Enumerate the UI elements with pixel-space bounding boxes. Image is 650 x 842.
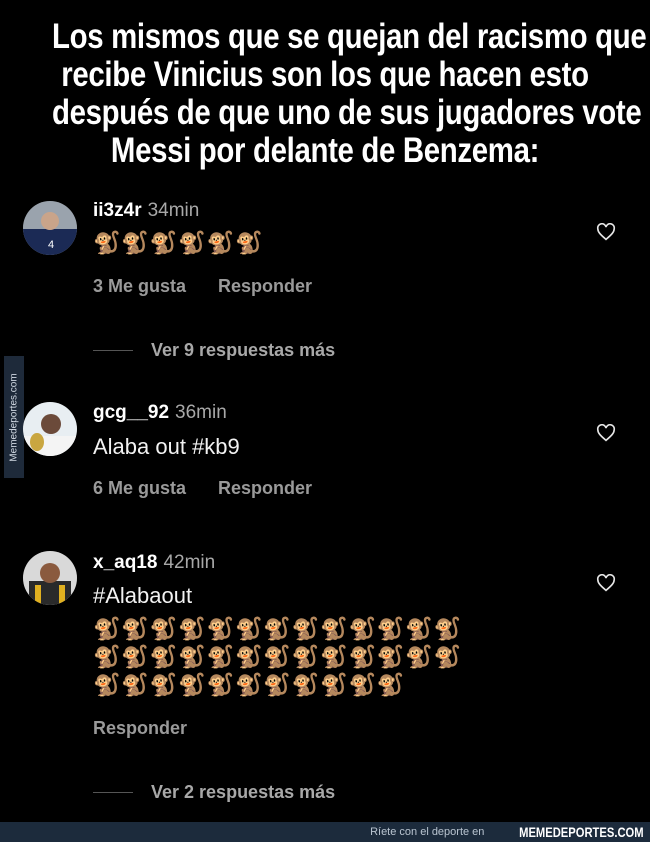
footer-watermark: Ríete con el deporte en MEMEDEPORTES.COM	[0, 822, 650, 842]
avatar[interactable]: 4	[23, 201, 77, 255]
avatar[interactable]	[23, 551, 77, 605]
headline-line-2: recibe Vinicius son los que hacen esto	[61, 55, 589, 94]
comment-time: 42min	[163, 552, 216, 573]
headline-line-3: después de que uno de sus jugadores vote…	[52, 93, 650, 132]
heart-icon[interactable]	[596, 223, 616, 241]
comment-body: Alaba out #kb9	[93, 434, 240, 459]
likes-count[interactable]: 3 Me gusta	[93, 276, 186, 296]
comment-body: 🐒🐒🐒🐒🐒🐒	[93, 230, 264, 255]
view-more-replies-label: Ver 9 respuestas más	[151, 340, 336, 360]
side-watermark-text: Memedeportes.com	[8, 372, 20, 462]
comment-time: 34min	[147, 200, 200, 221]
emoji-row-2: 🐒🐒🐒🐒🐒🐒🐒🐒🐒🐒🐒🐒🐒	[93, 644, 463, 669]
reply-button[interactable]: Responder	[218, 478, 312, 498]
likes-count[interactable]: 6 Me gusta	[93, 478, 186, 498]
headline-line-4: Messi por delante de Benzema:	[110, 131, 540, 170]
view-more-replies-label: Ver 2 respuestas más	[151, 782, 336, 802]
comment-time: 36min	[175, 402, 227, 423]
heart-icon[interactable]	[596, 424, 616, 442]
footer-brand[interactable]: MEMEDEPORTES.COM	[520, 824, 644, 840]
comment-username[interactable]: ii3z4r 34min	[93, 200, 199, 222]
headline: Los mismos que se quejan del racismo que…	[52, 17, 650, 170]
footer-tagline: Ríete con el deporte en	[370, 826, 485, 838]
avatar[interactable]	[23, 402, 77, 456]
side-watermark: Memedeportes.com	[4, 356, 24, 478]
reply-button[interactable]: Responder	[93, 718, 187, 738]
emoji-row-3: 🐒🐒🐒🐒🐒🐒🐒🐒🐒🐒🐒	[93, 672, 406, 697]
replies-divider	[93, 350, 133, 351]
replies-divider	[93, 792, 133, 793]
svg-text:4: 4	[48, 239, 54, 251]
heart-icon[interactable]	[596, 574, 616, 592]
reply-button[interactable]: Responder	[218, 276, 312, 296]
comment-username[interactable]: gcg__92 36min	[93, 402, 227, 424]
headline-line-1: Los mismos que se quejan del racismo que	[52, 17, 647, 56]
comment-meta: Responder	[93, 718, 187, 739]
comment-username[interactable]: x_aq18 42min	[93, 552, 215, 574]
emoji-row-1: 🐒🐒🐒🐒🐒🐒🐒🐒🐒🐒🐒🐒🐒	[93, 616, 463, 641]
view-more-replies[interactable]: Ver 9 respuestas más	[93, 340, 335, 361]
view-more-replies[interactable]: Ver 2 respuestas más	[93, 782, 335, 803]
comment-meta: 3 Me gusta Responder	[93, 276, 312, 297]
comment-body: #Alabaout	[93, 583, 193, 608]
comment-meta: 6 Me gusta Responder	[93, 478, 312, 499]
